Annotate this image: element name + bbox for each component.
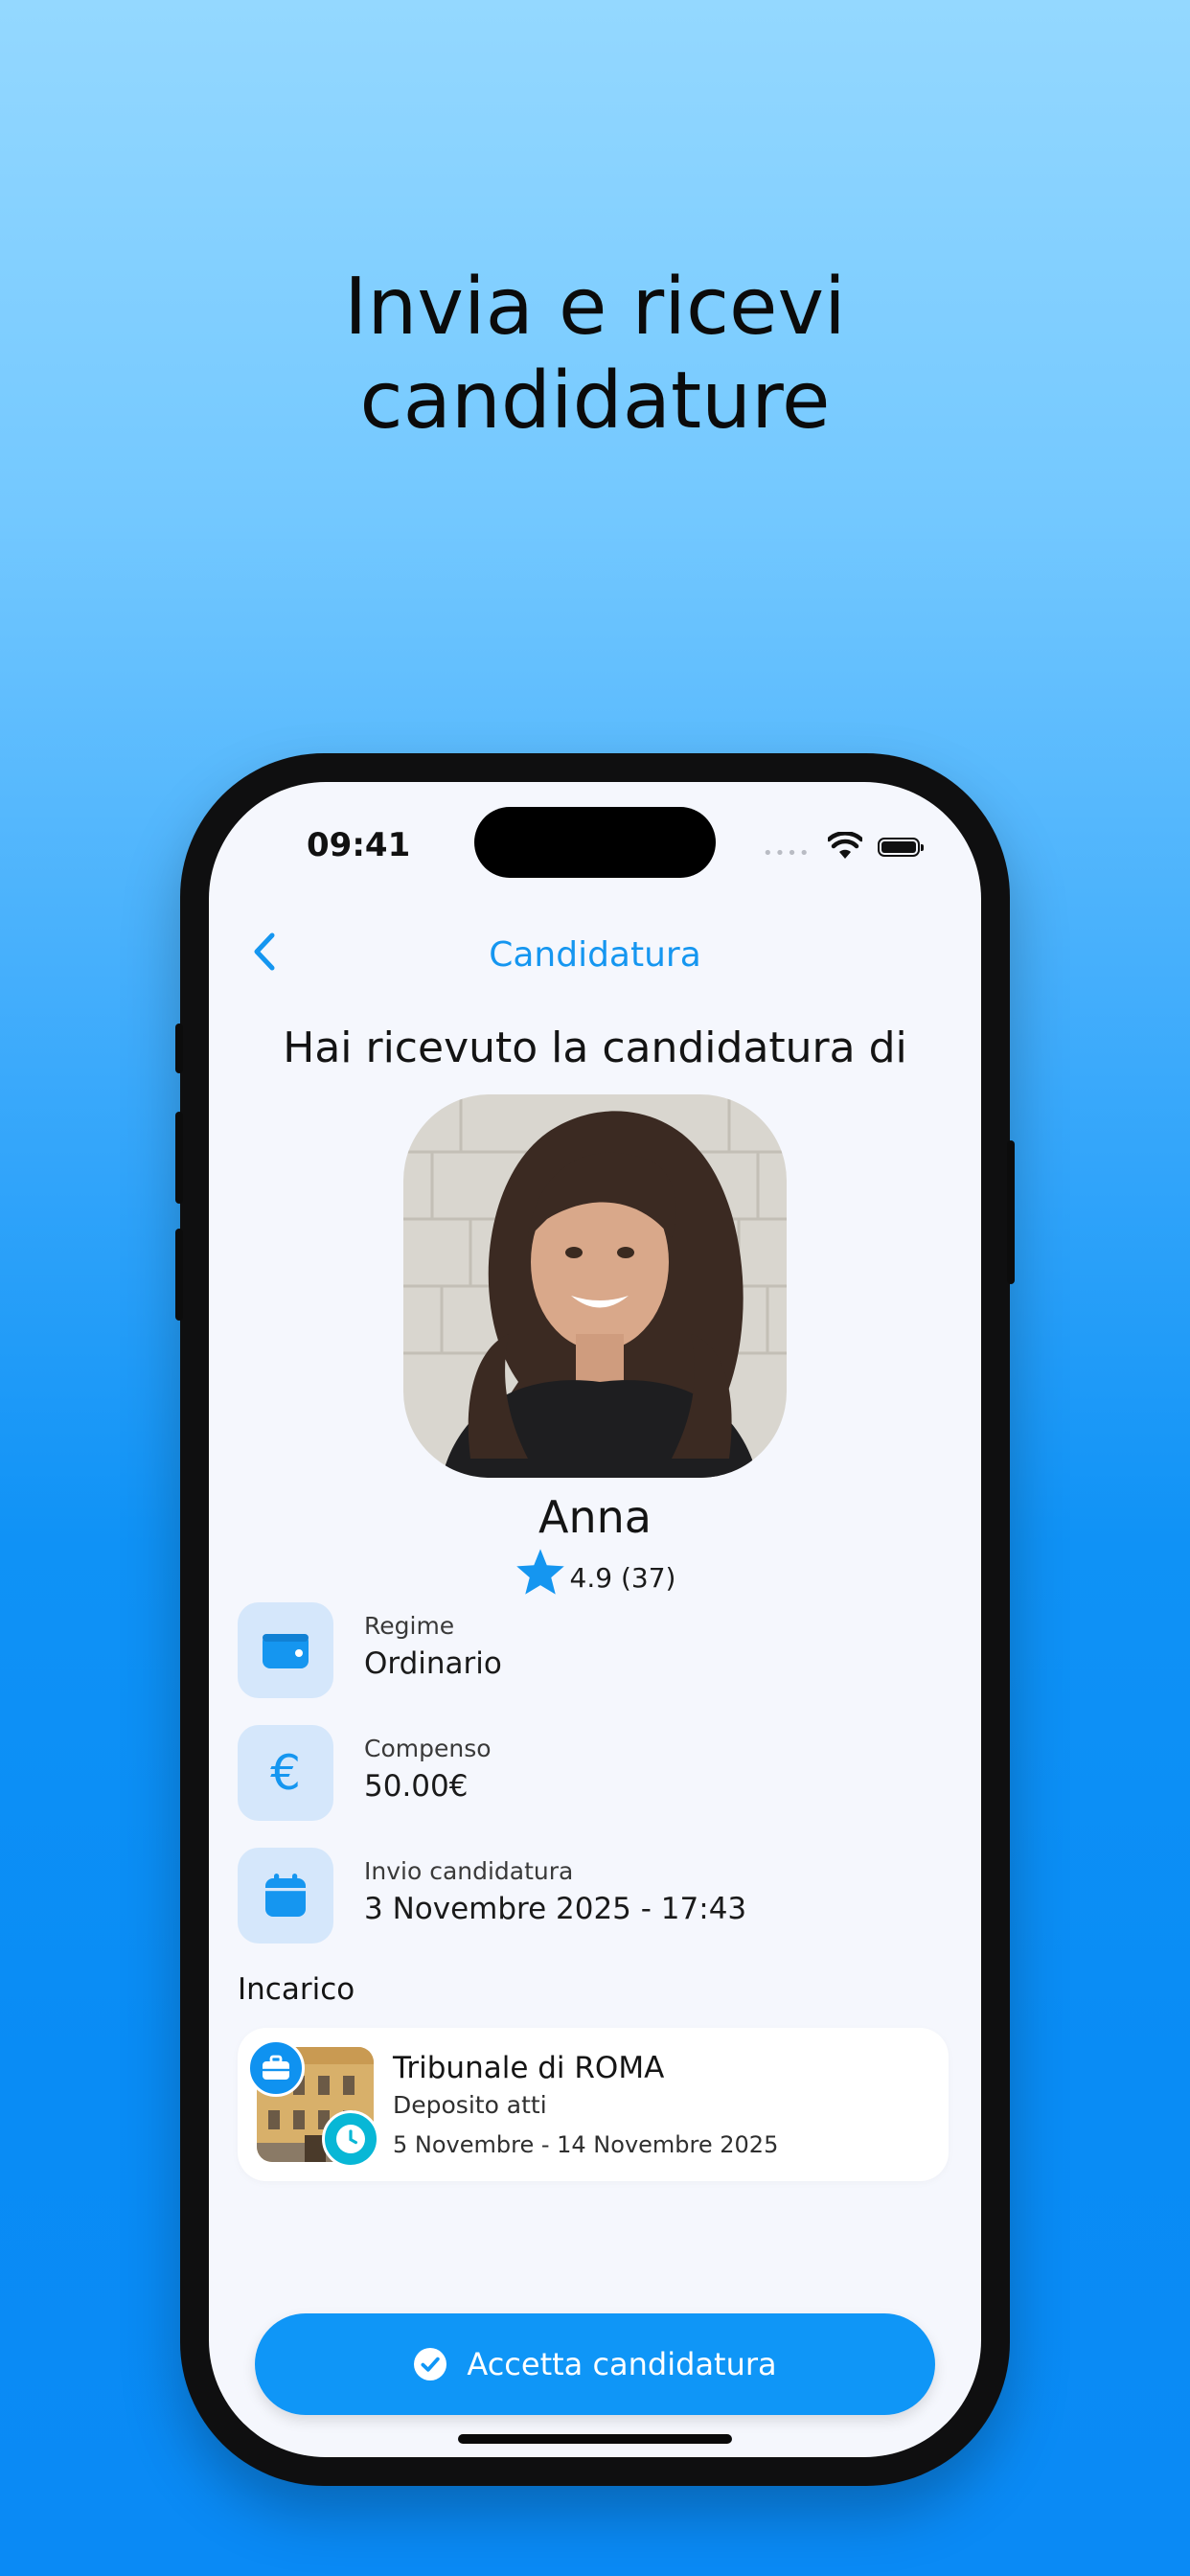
page-title: Candidatura	[489, 935, 701, 975]
assignment-title: Tribunale di ROMA	[393, 2051, 665, 2085]
phone-volume-up	[175, 1112, 183, 1204]
wifi-icon	[828, 832, 862, 859]
status-icons: ••••	[763, 832, 935, 863]
briefcase-icon	[247, 2039, 305, 2097]
detail-value: 3 Novembre 2025 - 17:43	[364, 1892, 747, 1926]
detail-value: 50.00€	[364, 1769, 469, 1804]
check-circle-icon	[414, 2348, 447, 2380]
rating-value: 4.9	[569, 1562, 613, 1594]
candidate-avatar	[403, 1094, 787, 1478]
assignment-card[interactable]: Tribunale di ROMA Deposito atti 5 Novemb…	[238, 2028, 949, 2181]
section-title: Incarico	[238, 1972, 355, 2007]
clock-icon	[322, 2110, 379, 2168]
accept-button-label: Accetta candidatura	[467, 2346, 777, 2382]
candidate-rating: 4.9 (37)	[209, 1547, 981, 1597]
headline: Invia e ricevi candidature	[0, 261, 1190, 448]
detail-value: Ordinario	[364, 1646, 502, 1681]
accept-application-button[interactable]: Accetta candidatura	[255, 2313, 935, 2415]
status-time: 09:41	[307, 826, 411, 864]
calendar-icon	[238, 1848, 333, 1944]
euro-icon: €	[238, 1725, 333, 1821]
detail-label: Invio candidatura	[364, 1857, 574, 1885]
headline-line-1: Invia e ricevi	[344, 262, 846, 353]
detail-compenso: € Compenso 50.00€	[238, 1725, 908, 1821]
assignment-dates: 5 Novembre - 14 Novembre 2025	[393, 2131, 779, 2158]
battery-icon	[878, 838, 924, 857]
detail-regime: Regime Ordinario	[238, 1602, 908, 1698]
dynamic-island	[474, 807, 716, 878]
phone-power-button	[1007, 1140, 1015, 1284]
phone-side-button	[175, 1024, 183, 1073]
phone-volume-down	[175, 1229, 183, 1321]
app-screen: 09:41 •••• Candidatura Hai ricevuto la c…	[209, 782, 981, 2457]
candidate-name: Anna	[538, 1491, 652, 1543]
detail-invio: Invio candidatura 3 Novembre 2025 - 17:4…	[238, 1848, 908, 1944]
assignment-type: Deposito atti	[393, 2091, 547, 2119]
intro-text: Hai ricevuto la candidatura di	[283, 1024, 907, 1072]
headline-line-2: candidature	[359, 356, 831, 447]
star-icon	[515, 1549, 564, 1595]
home-indicator[interactable]	[458, 2434, 732, 2444]
wallet-icon	[238, 1602, 333, 1698]
signal-dots-icon: ••••	[763, 843, 812, 863]
detail-label: Regime	[364, 1612, 455, 1640]
rating-count: (37)	[620, 1562, 676, 1594]
detail-label: Compenso	[364, 1735, 492, 1762]
